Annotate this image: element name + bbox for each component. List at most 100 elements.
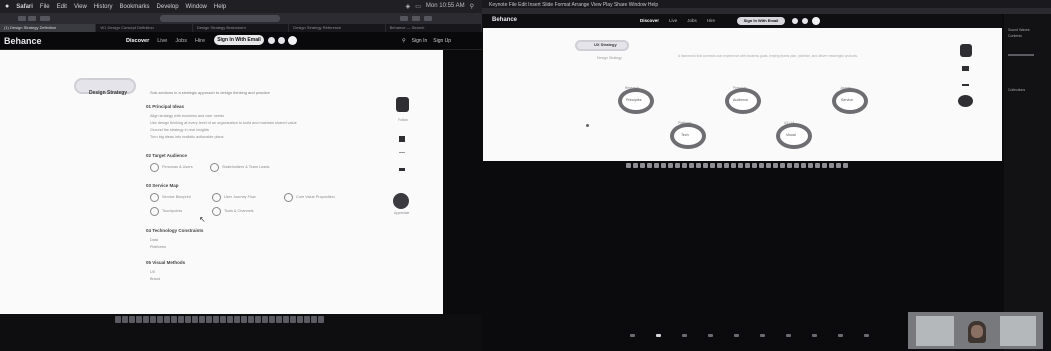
appreciate-icon[interactable] — [393, 193, 409, 209]
dock-app-icon[interactable] — [157, 316, 163, 323]
tool-icon[interactable] — [752, 163, 757, 168]
search-icon[interactable]: ⚲ — [402, 38, 406, 44]
new-tab-button[interactable] — [412, 16, 420, 21]
dock-app-icon[interactable] — [241, 316, 247, 323]
right-menubar[interactable]: Keynote File Edit Insert Slide Format Ar… — [489, 2, 658, 8]
wifi-icon[interactable]: ◈ — [406, 3, 411, 10]
page-dot[interactable] — [708, 334, 713, 337]
menu-window[interactable]: Window — [186, 4, 207, 10]
share-icon[interactable] — [962, 84, 969, 86]
tool-icon[interactable] — [731, 163, 736, 168]
tool-icon[interactable] — [647, 163, 652, 168]
dock-app-icon[interactable] — [290, 316, 296, 323]
nav-discover[interactable]: Discover — [126, 38, 149, 44]
search-icon[interactable]: ⚲ — [470, 3, 474, 10]
tool-icon[interactable] — [626, 163, 631, 168]
dock-app-icon[interactable] — [213, 316, 219, 323]
owner-avatar-icon[interactable] — [960, 44, 972, 57]
clock[interactable]: Mon 10:55 AM — [426, 3, 465, 10]
tool-icon[interactable] — [738, 163, 743, 168]
dock-app-icon[interactable] — [248, 316, 254, 323]
share-button[interactable] — [400, 16, 408, 21]
apple-login-icon[interactable] — [812, 17, 820, 25]
tool-icon[interactable] — [745, 163, 750, 168]
tool-icon[interactable] — [724, 163, 729, 168]
dock-app-icon[interactable] — [185, 316, 191, 323]
tabs-button[interactable] — [424, 16, 432, 21]
tool-icon[interactable] — [780, 163, 785, 168]
dock-app-icon[interactable] — [255, 316, 261, 323]
facebook-icon[interactable] — [278, 37, 285, 44]
dock-app-icon[interactable] — [206, 316, 212, 323]
sign-up-link[interactable]: Sign Up — [433, 38, 451, 44]
menu-develop[interactable]: Develop — [157, 4, 179, 10]
tool-icon[interactable] — [822, 163, 827, 168]
tool-icon[interactable] — [703, 163, 708, 168]
tool-icon[interactable] — [689, 163, 694, 168]
dock-app-icon[interactable] — [178, 316, 184, 323]
tool-icon[interactable] — [717, 163, 722, 168]
dock-app-icon[interactable] — [164, 316, 170, 323]
dock-app-icon[interactable] — [234, 316, 240, 323]
address-bar[interactable] — [160, 15, 280, 22]
page-dot[interactable] — [734, 334, 739, 337]
webcam-thumbnail[interactable] — [908, 312, 1043, 349]
menu-history[interactable]: History — [94, 4, 113, 10]
page-dot-active[interactable] — [656, 334, 661, 337]
page-dot[interactable] — [760, 334, 765, 337]
nav-discover[interactable]: Discover — [640, 18, 659, 23]
tab[interactable]: Design Strategy Brainstorm — [193, 24, 290, 32]
dock-app-icon[interactable] — [311, 316, 317, 323]
dock-app-icon[interactable] — [115, 316, 121, 323]
tab[interactable]: Behance — Search — [386, 24, 483, 32]
menu-view[interactable]: View — [74, 4, 87, 10]
back-button[interactable] — [18, 16, 26, 21]
forward-button[interactable] — [28, 16, 36, 21]
dock-app-icon[interactable] — [262, 316, 268, 323]
tool-icon[interactable] — [640, 163, 645, 168]
tool-icon[interactable] — [843, 163, 848, 168]
nav-hire[interactable]: Hire — [195, 38, 205, 44]
tool-icon[interactable] — [668, 163, 673, 168]
dock-app-icon[interactable] — [297, 316, 303, 323]
tool-icon[interactable] — [675, 163, 680, 168]
tool-icon[interactable] — [661, 163, 666, 168]
menu-edit[interactable]: Edit — [57, 4, 67, 10]
dock-app-icon[interactable] — [143, 316, 149, 323]
dock-app-icon[interactable] — [269, 316, 275, 323]
sign-in-email-button[interactable]: Sign In With Email — [737, 17, 785, 25]
save-icon[interactable] — [962, 66, 969, 71]
dock-app-icon[interactable] — [220, 316, 226, 323]
nav-hire[interactable]: Hire — [707, 18, 715, 23]
tool-icon[interactable] — [696, 163, 701, 168]
dock-app-icon[interactable] — [171, 316, 177, 323]
tool-icon[interactable] — [787, 163, 792, 168]
tool-icon[interactable] — [710, 163, 715, 168]
tool-icon[interactable] — [682, 163, 687, 168]
menu-bookmarks[interactable]: Bookmarks — [120, 4, 150, 10]
tab[interactable]: (1) Design Strategy Definition — [0, 24, 97, 32]
page-dot[interactable] — [786, 334, 791, 337]
owner-avatar-icon[interactable] — [396, 97, 409, 112]
appreciate-icon[interactable] — [958, 95, 973, 107]
follow-label[interactable]: Follow — [398, 118, 408, 122]
dock-app-icon[interactable] — [318, 316, 324, 323]
tab[interactable]: W1 Design Concept Definition — [96, 24, 193, 32]
dock-app-icon[interactable] — [136, 316, 142, 323]
dock-app-icon[interactable] — [283, 316, 289, 323]
dock-app-icon[interactable] — [199, 316, 205, 323]
page-dot[interactable] — [812, 334, 817, 337]
tool-icon[interactable] — [808, 163, 813, 168]
appreciate-label[interactable]: Appreciate — [394, 211, 409, 215]
page-dot[interactable] — [682, 334, 687, 337]
dock-app-icon[interactable] — [304, 316, 310, 323]
menu-safari[interactable]: Safari — [16, 4, 33, 10]
dock-app-icon[interactable] — [276, 316, 282, 323]
tool-icon[interactable] — [836, 163, 841, 168]
tab[interactable]: Design Strategy Reference — [289, 24, 386, 32]
nav-jobs[interactable]: Jobs — [687, 18, 697, 23]
site-logo[interactable]: Behance — [4, 36, 42, 46]
nav-live[interactable]: Live — [669, 18, 677, 23]
dock-app-icon[interactable] — [122, 316, 128, 323]
tool-icon[interactable] — [794, 163, 799, 168]
